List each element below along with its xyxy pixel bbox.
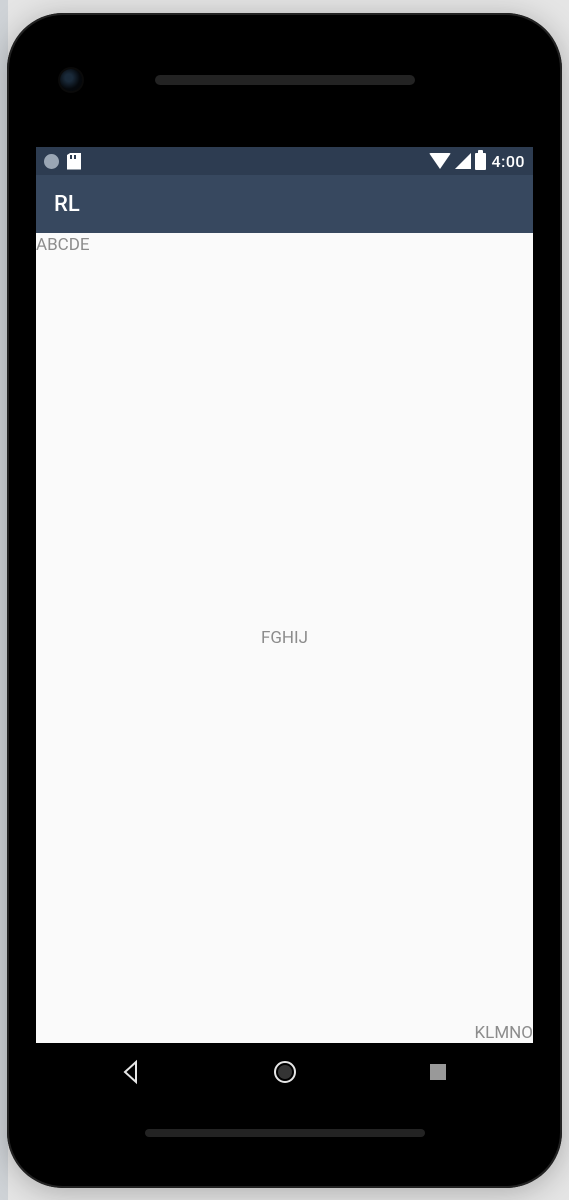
device-frame: 4:00 RL ABCDE FGHIJ KLMNO [7,13,562,1188]
wifi-icon [429,153,451,169]
text-bottom-right: KLMNO [475,1023,534,1043]
battery-icon [475,153,486,170]
nav-recent-button[interactable] [426,1060,450,1084]
status-bar: 4:00 [36,147,533,175]
nav-back-button[interactable] [119,1059,145,1085]
text-center: FGHIJ [261,628,308,648]
status-bar-left [44,153,81,170]
front-camera-icon [60,69,82,91]
navigation-bar [36,1043,533,1101]
screen: 4:00 RL ABCDE FGHIJ KLMNO [36,147,533,1101]
content-area: ABCDE FGHIJ KLMNO [36,233,533,1043]
top-speaker-icon [155,75,415,85]
notification-dot-icon [44,154,59,169]
cell-signal-icon [455,153,471,169]
app-title: RL [54,192,80,217]
text-top-left: ABCDE [36,235,90,255]
device-inner: 4:00 RL ABCDE FGHIJ KLMNO [22,29,547,1171]
status-clock: 4:00 [492,152,526,171]
status-bar-right: 4:00 [429,152,526,171]
nav-home-button[interactable] [270,1057,300,1087]
bottom-speaker-icon [145,1129,425,1137]
sd-card-icon [67,153,81,170]
action-bar: RL [36,175,533,233]
